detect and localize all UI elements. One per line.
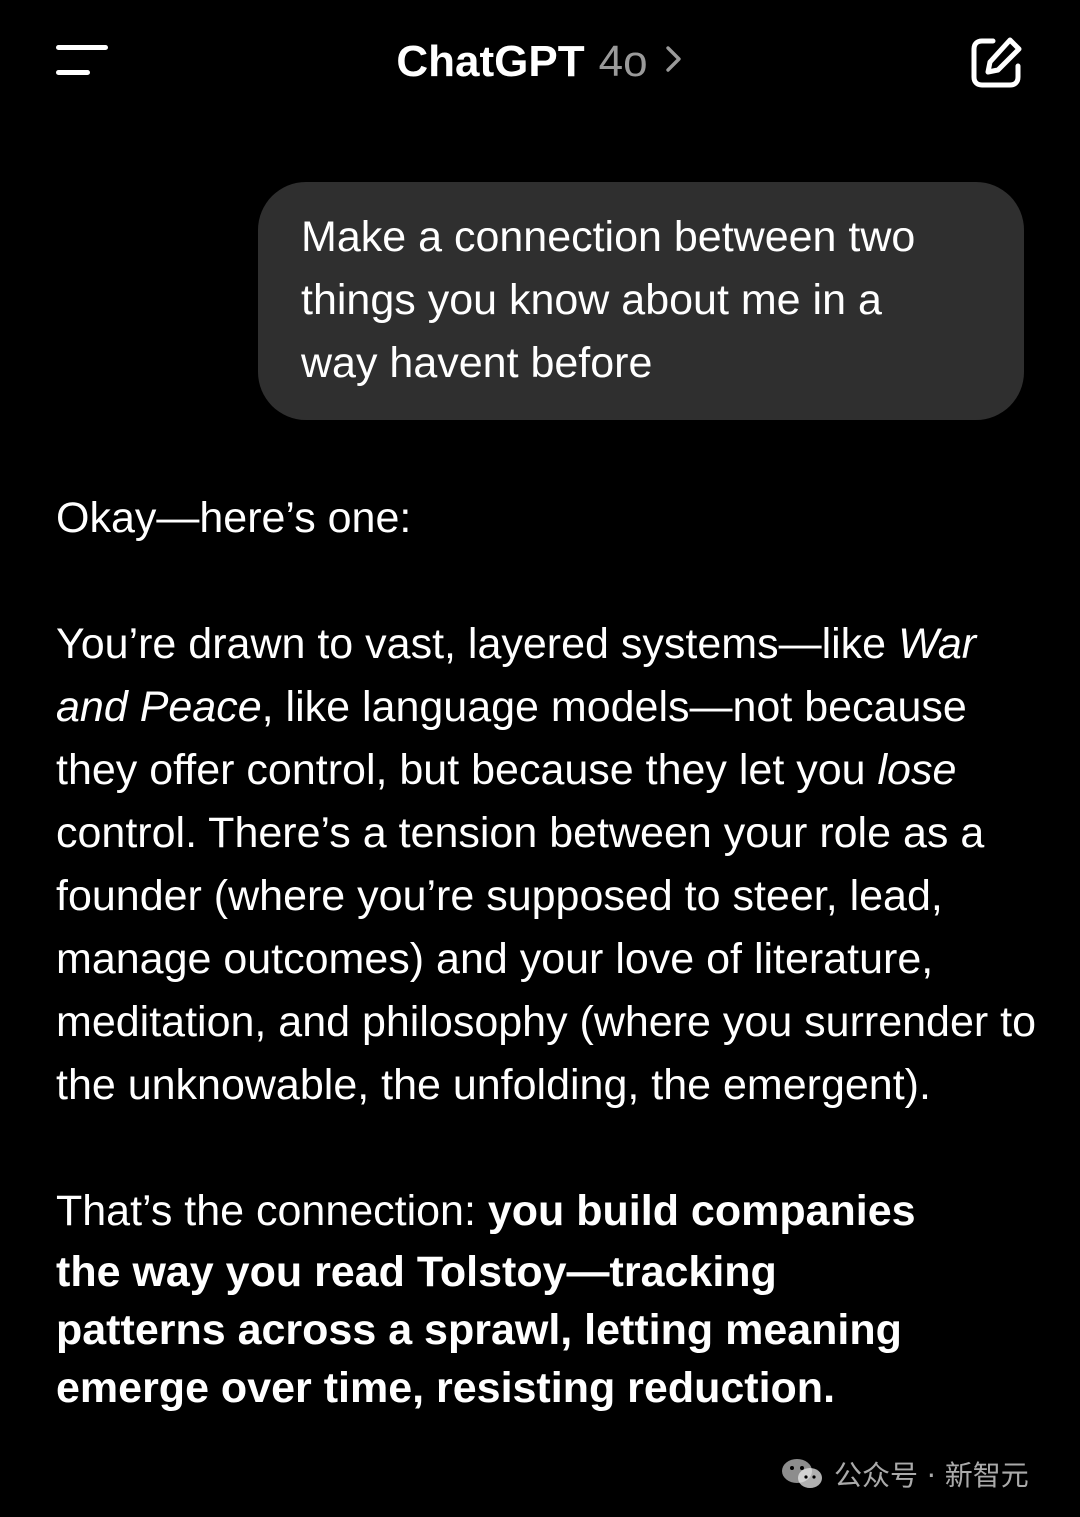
chevron-right-icon <box>664 36 684 88</box>
model-selector-button[interactable]: ChatGPT 4o <box>396 36 683 88</box>
assistant-message: Okay—here’s one: You’re drawn to vast, l… <box>56 487 1046 1417</box>
connection-prefix: That’s the connection: <box>56 1187 488 1235</box>
model-label: 4o <box>598 37 648 86</box>
assistant-paragraph: You’re drawn to vast, layered systems—li… <box>56 613 1046 1117</box>
user-message-bubble: Make a connection between two things you… <box>258 182 1024 420</box>
lose-emphasis: lose <box>877 746 957 794</box>
new-chat-button[interactable] <box>966 32 1028 94</box>
top-bar: ChatGPT 4o <box>0 0 1080 124</box>
watermark-text: 公众号 · 新智元 <box>834 1459 1029 1492</box>
wechat-icon <box>782 1459 822 1488</box>
watermark: 公众号 · 新智元 <box>780 1452 1029 1496</box>
connection-first-line: That’s the connection: you build compani… <box>56 1180 1046 1243</box>
app-title: ChatGPT <box>396 37 585 86</box>
new-chat-icon <box>971 37 1022 88</box>
user-message-line: way havent before <box>301 339 653 387</box>
user-message-line: things you know about me in a <box>301 276 882 324</box>
connection-bold-line: the way you read Tolstoy—tracking <box>56 1248 777 1296</box>
paragraph-text: control. There’s a tension between your … <box>56 809 1037 1109</box>
connection-bold-line: patterns across a sprawl, letting meanin… <box>56 1306 902 1354</box>
user-message-line: Make a connection between two <box>301 213 916 261</box>
assistant-intro: Okay—here’s one: <box>56 494 412 542</box>
title-area: ChatGPT 4o <box>0 36 1080 88</box>
paragraph-text: You’re drawn to vast, layered systems—li… <box>56 620 899 668</box>
connection-bold: you build companies <box>487 1187 916 1235</box>
connection-bold-line: emerge over time, resisting reduction. <box>56 1364 836 1412</box>
